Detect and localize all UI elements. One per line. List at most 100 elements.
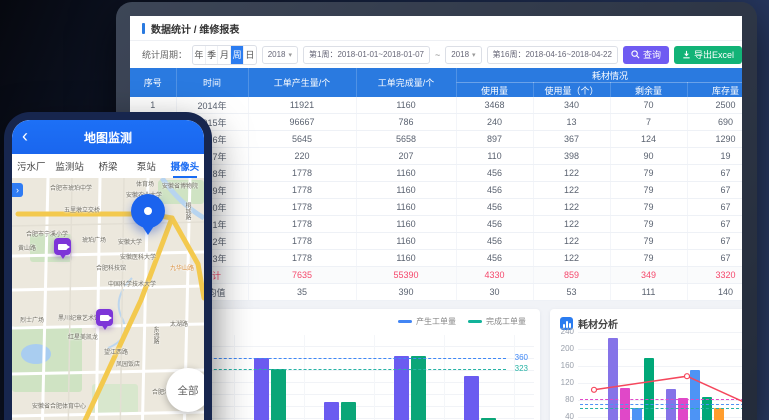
year-end-value: 2018 — [451, 50, 469, 59]
table-row: 82021年177811604561227967 — [130, 216, 742, 233]
chart-bar — [254, 358, 269, 420]
table-cell: 349 — [610, 267, 687, 284]
sub-column-header: 使用量（个） — [533, 83, 610, 98]
reference-line-label: 360 — [515, 354, 528, 362]
gridline — [514, 335, 515, 420]
laptop-frame: 数据统计 / 维修报表 统计周期： 年季月周日 2018 ▾ 第1周：2018-… — [116, 2, 757, 420]
week-start-input[interactable]: 第1周：2018-01-01~2018-01-07 — [303, 46, 430, 64]
phone-screen: ‹ 地图监测 污水厂监测站桥梁泵站摄像头 — [12, 120, 204, 420]
table-cell: 79 — [610, 182, 687, 199]
table-cell: 122 — [533, 165, 610, 182]
page-background: 数据统计 / 维修报表 统计周期： 年季月周日 2018 ▾ 第1周：2018-… — [0, 0, 769, 420]
camera-marker-icon[interactable] — [96, 309, 113, 326]
consumables-chart-plot: 2402001601208040 — [550, 309, 742, 420]
consumables-chart-card: 耗材分析 2402001601208040 — [550, 309, 742, 420]
table-cell: 7635 — [248, 267, 356, 284]
table-cell: 1160 — [356, 216, 456, 233]
table-cell: 3320 — [687, 267, 742, 284]
map-label: 九华山路 — [170, 266, 194, 272]
table-row: 52018年177811604561227967 — [130, 165, 742, 182]
table-cell: 1778 — [248, 233, 356, 250]
group-column-header: 耗材情况 — [456, 68, 742, 83]
table-row: 12014年1192111603468340702500 — [130, 97, 742, 114]
table-cell: 70 — [610, 97, 687, 114]
table-cell: 67 — [687, 233, 742, 250]
table-cell: 1160 — [356, 165, 456, 182]
map-label: 安徽省博物院 — [162, 184, 198, 190]
gridline — [444, 335, 445, 420]
tab-桥梁[interactable]: 桥梁 — [89, 154, 127, 178]
map-label: 黄山路 — [18, 246, 36, 252]
report-table: 序号时间工单产生量/个工单完成量/个耗材情况使用量使用量（个）剩余量库存量 12… — [130, 68, 742, 301]
camera-marker-icon[interactable] — [54, 238, 71, 255]
table-row: 22015年96667786240137690 — [130, 114, 742, 131]
expand-icon[interactable]: › — [12, 183, 23, 197]
gridline — [304, 335, 305, 420]
table-cell: 1290 — [687, 131, 742, 148]
column-header: 工单产生量/个 — [248, 68, 356, 97]
table-cell: 240 — [456, 114, 533, 131]
breadcrumb-text: 数据统计 / 维修报表 — [151, 21, 239, 36]
map-view[interactable]: 合肥市琥珀中学体育场安徽农业大学安徽省博物院桐城路五里墩立交桥合肥市宁溪小学黄山… — [12, 178, 204, 420]
phone-frame: ‹ 地图监测 污水厂监测站桥梁泵站摄像头 — [4, 112, 212, 420]
tab-泵站[interactable]: 泵站 — [127, 154, 165, 178]
period-option-周[interactable]: 周 — [231, 46, 244, 64]
map-label: 安徽省合肥体育中心 — [32, 404, 86, 410]
column-header: 序号 — [130, 68, 176, 97]
table-cell: 1160 — [356, 250, 456, 267]
table-cell: 390 — [356, 284, 456, 301]
table-cell: 398 — [533, 148, 610, 165]
table-cell: 3468 — [456, 97, 533, 114]
map-label: 桐城路 — [184, 202, 190, 220]
table-cell: 96667 — [248, 114, 356, 131]
table-cell: 1778 — [248, 216, 356, 233]
map-label: 五里墩立交桥 — [64, 208, 100, 214]
period-option-月[interactable]: 月 — [218, 46, 231, 64]
download-icon — [682, 50, 691, 59]
chart-bar — [271, 369, 286, 420]
table-cell: 122 — [533, 182, 610, 199]
report-table-container: 序号时间工单产生量/个工单完成量/个耗材情况使用量使用量（个）剩余量库存量 12… — [130, 68, 742, 301]
map-label: 安徽医科大学 — [120, 255, 156, 261]
map-label: 琥珀广场 — [82, 238, 106, 244]
table-cell: 1778 — [248, 250, 356, 267]
week-end-input[interactable]: 第16周：2018-04-16~2018-04-22 — [487, 46, 618, 64]
table-cell: 207 — [356, 148, 456, 165]
back-icon[interactable]: ‹ — [22, 124, 28, 148]
tab-摄像头[interactable]: 摄像头 — [166, 154, 204, 178]
location-pin-icon[interactable] — [131, 194, 165, 228]
chart-bar — [341, 402, 356, 420]
year-end-select[interactable]: 2018 ▾ — [445, 46, 481, 64]
show-all-button[interactable]: 全部 — [166, 368, 204, 412]
period-option-年[interactable]: 年 — [193, 46, 206, 64]
period-option-季[interactable]: 季 — [206, 46, 219, 64]
map-label: 红星美凯龙 — [68, 335, 98, 341]
search-button[interactable]: 查询 — [623, 46, 669, 64]
table-cell: 1778 — [248, 182, 356, 199]
export-excel-button[interactable]: 导出Excel — [674, 46, 742, 64]
table-cell: 35 — [248, 284, 356, 301]
table-header: 序号时间工单产生量/个工单完成量/个耗材情况使用量使用量（个）剩余量库存量 — [130, 68, 742, 97]
table-cell: 786 — [356, 114, 456, 131]
trend-line — [550, 309, 742, 420]
table-cell: 79 — [610, 199, 687, 216]
table-cell: 79 — [610, 233, 687, 250]
table-cell: 859 — [533, 267, 610, 284]
table-row: 102023年177811604561227967 — [130, 250, 742, 267]
map-label: 体育场 — [136, 182, 154, 188]
table-cell: 1160 — [356, 233, 456, 250]
table-row: 32016年564556588973671241290 — [130, 131, 742, 148]
year-start-value: 2018 — [268, 50, 286, 59]
tab-污水厂[interactable]: 污水厂 — [12, 154, 50, 178]
sub-column-header: 剩余量 — [610, 83, 687, 98]
period-option-日[interactable]: 日 — [244, 46, 256, 64]
table-cell: 90 — [610, 148, 687, 165]
tab-监测站[interactable]: 监测站 — [50, 154, 88, 178]
gridline — [374, 335, 375, 420]
table-cell: 19 — [687, 148, 742, 165]
table-cell: 690 — [687, 114, 742, 131]
phone-tab-bar: 污水厂监测站桥梁泵站摄像头 — [12, 154, 204, 178]
table-cell: 1160 — [356, 182, 456, 199]
week-start-value: 第1周：2018-01-01~2018-01-07 — [309, 49, 424, 60]
year-start-select[interactable]: 2018 ▾ — [262, 46, 298, 64]
